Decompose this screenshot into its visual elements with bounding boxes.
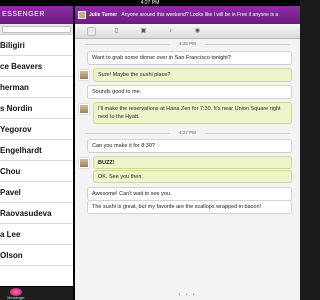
message-thread: 4:25 PM Want to grab some dinner over in…	[75, 39, 300, 300]
contact-item[interactable]: Biligiri	[0, 35, 73, 56]
contact-list: Biligiri ce Beavers herman s Nordin Yego…	[0, 35, 73, 266]
contact-item[interactable]: Pavel	[0, 182, 73, 203]
timestamp-separator: 4:27 PM	[75, 130, 300, 135]
contact-search	[0, 24, 73, 35]
contact-item[interactable]: herman	[0, 77, 73, 98]
contact-avatar	[78, 11, 86, 19]
search-input[interactable]	[2, 26, 71, 33]
message-bubble: The sushi is great, but my favorite are …	[87, 200, 292, 214]
contact-item[interactable]: ce Beavers	[0, 56, 73, 77]
message-bubble: Sure! Maybe the sushi place?	[93, 68, 292, 82]
header-text: Julie Turner Anyone around this weekend?…	[89, 12, 294, 18]
message-bubble: Awesome! Can't wait to see you.	[87, 187, 292, 201]
contact-item[interactable]: a Lee	[0, 224, 73, 245]
contact-item[interactable]: Olson	[0, 245, 73, 266]
contacts-panel: ESSENGER Biligiri ce Beavers herman s No…	[0, 6, 73, 300]
contact-status: Anyone around this weekend? Looks like I…	[121, 12, 279, 18]
photo-icon[interactable]: ▣	[139, 27, 148, 36]
text-mode-button[interactable]	[87, 27, 96, 36]
message-bubble: BUZZ!	[93, 156, 292, 169]
contacts-header: ESSENGER	[0, 6, 73, 24]
contact-item[interactable]: Engelhardt	[0, 140, 73, 161]
message-bubble: Can you make it for 8:30?	[87, 139, 292, 153]
contact-item[interactable]: Raovasudeva	[0, 203, 73, 224]
contact-item[interactable]: s Nordin	[0, 98, 73, 119]
message-bubble: OK. See you then.	[93, 170, 292, 183]
conversation-toolbar: ▯ ▣ ♪ ◉	[75, 24, 300, 39]
message-bubble: I'll make the reservations at Hana Zen f…	[93, 102, 292, 124]
messenger-label: Messenger	[7, 296, 25, 300]
contact-item[interactable]: Chou	[0, 161, 73, 182]
contact-item[interactable]: Yegorov	[0, 119, 73, 140]
contact-avatar	[79, 158, 89, 168]
messenger-icon	[10, 288, 22, 296]
page-indicator: • • •	[178, 292, 197, 298]
conversation-panel: Julie Turner Anyone around this weekend?…	[75, 6, 300, 300]
messenger-app-button[interactable]: Messenger	[3, 288, 29, 300]
microphone-icon[interactable]: ♪	[166, 27, 175, 36]
contact-name: Julie Turner	[89, 12, 118, 18]
message-bubble: Sounds good to me.	[87, 85, 292, 99]
phone-icon[interactable]: ▯	[112, 27, 121, 36]
webcam-icon[interactable]: ◉	[193, 27, 202, 36]
app-title: ESSENGER	[2, 11, 45, 18]
contact-avatar	[79, 104, 89, 114]
message-bubble: Want to grab some dinner over in San Fra…	[87, 51, 292, 65]
conversation-header: Julie Turner Anyone around this weekend?…	[75, 6, 300, 24]
timestamp-separator: 4:25 PM	[75, 41, 300, 46]
contact-avatar	[79, 70, 89, 80]
bottom-bar: Messenger	[0, 286, 73, 300]
